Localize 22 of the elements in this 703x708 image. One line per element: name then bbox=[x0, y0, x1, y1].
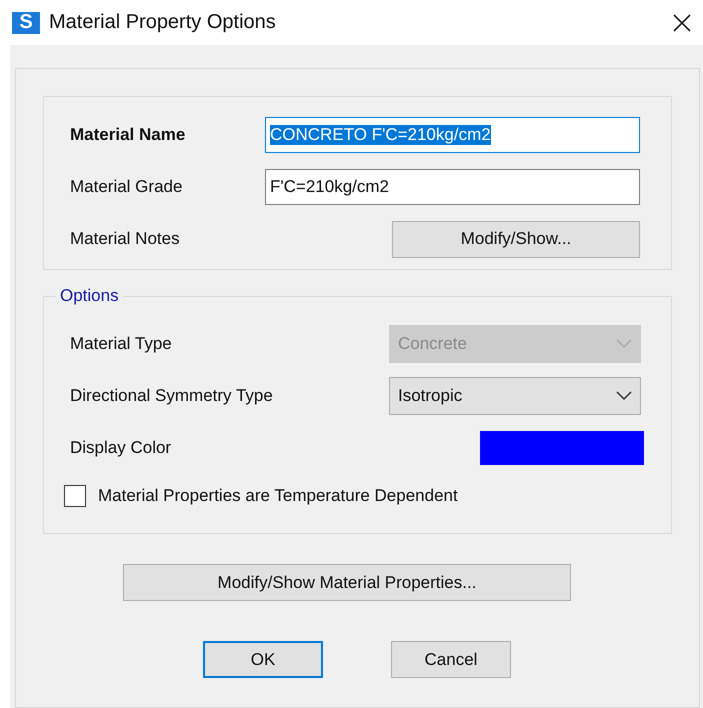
modify-properties-button[interactable]: Modify/Show Material Properties... bbox=[123, 564, 571, 601]
field-label: Directional Symmetry Type bbox=[70, 386, 273, 406]
window-title: Material Property Options bbox=[49, 11, 276, 34]
dropdown[interactable]: Isotropic bbox=[389, 377, 641, 415]
color-swatch[interactable] bbox=[480, 431, 644, 465]
dialog-button[interactable]: OK bbox=[203, 641, 323, 678]
close-icon[interactable] bbox=[673, 14, 691, 32]
group-title: Options bbox=[56, 286, 123, 306]
checkbox[interactable] bbox=[64, 485, 86, 507]
app-logo-icon: S bbox=[12, 12, 40, 34]
field-label: Material Type bbox=[70, 334, 172, 354]
text-field[interactable]: F'C=210kg/cm2 bbox=[265, 169, 640, 205]
field-label: Material Notes bbox=[70, 229, 180, 249]
chevron-down-icon bbox=[616, 391, 632, 401]
checkbox-label: Material Properties are Temperature Dependent bbox=[98, 486, 458, 506]
chevron-down-icon bbox=[616, 339, 632, 349]
dialog-button[interactable]: Cancel bbox=[391, 641, 511, 678]
field-label: Material Name bbox=[70, 125, 186, 145]
modify-show-button[interactable]: Modify/Show... bbox=[392, 220, 640, 258]
field-label: Material Grade bbox=[70, 177, 182, 197]
field-label: Display Color bbox=[70, 438, 172, 458]
text-field[interactable]: CONCRETO F'C=210kg/cm2 bbox=[265, 117, 640, 153]
